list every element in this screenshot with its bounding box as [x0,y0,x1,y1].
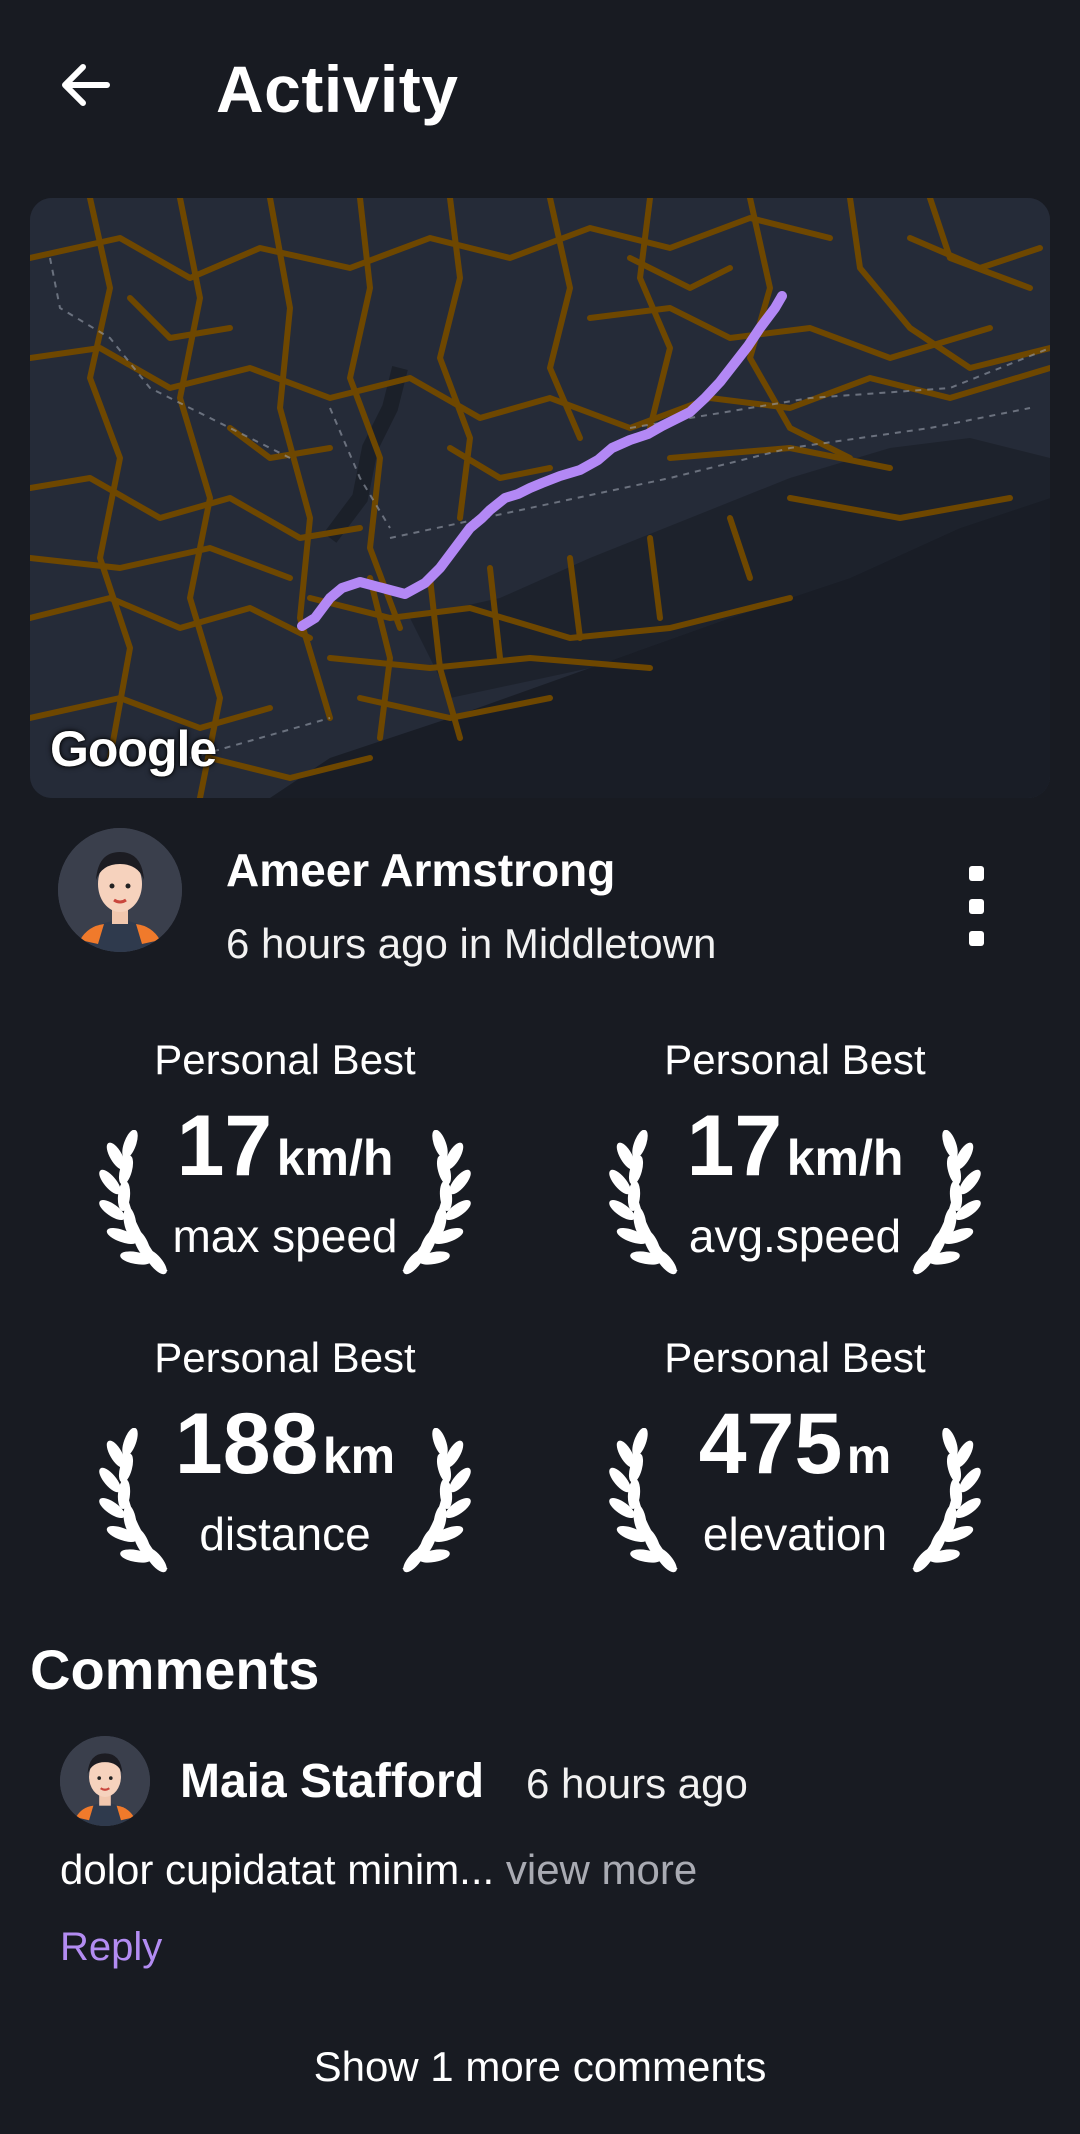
author-name[interactable]: Ameer Armstrong [226,840,615,900]
laurel-left-icon [95,1130,171,1278]
view-more-link[interactable]: view more [494,1846,697,1893]
comments-heading: Comments [30,1638,320,1701]
badge-title: Personal Best [664,1334,926,1381]
more-vertical-icon[interactable] [960,866,992,946]
show-more-comments-button[interactable]: Show 1 more comments [0,2038,1080,2096]
comment-item: Maia Stafford 6 hours ago dolor cupidata… [0,1730,1080,1980]
badge-unit: km/h [276,1130,394,1186]
badge-value: 475 [698,1396,843,1492]
activity-author: Ameer Armstrong 6 hours ago in Middletow… [0,826,1080,976]
laurel-left-icon [605,1428,681,1576]
badge-unit: km/h [786,1130,904,1186]
laurel-right-icon [900,1130,990,1278]
back-button[interactable] [52,52,118,118]
app-bar: Activity [0,0,1080,180]
badge-value: 17 [686,1098,783,1194]
page-title: Activity [216,52,459,126]
comment-author[interactable]: Maia Stafford [180,1752,484,1812]
badge-unit: m [846,1428,892,1484]
badge-value: 188 [174,1396,319,1492]
google-attribution: Google [50,721,217,777]
badge-title: Personal Best [154,1334,416,1381]
badge-max-speed: Personal Best 17 km/h max speed [50,1030,520,1290]
avatar[interactable] [60,1736,150,1826]
badge-title: Personal Best [154,1036,416,1083]
badge-distance: Personal Best 188 km distance [50,1328,520,1588]
laurel-left-icon [95,1428,171,1576]
arrow-left-icon [62,64,110,106]
reply-button[interactable]: Reply [60,1920,162,1974]
map-canvas [30,198,1050,798]
laurel-left-icon [605,1130,681,1278]
person-avatar-icon [58,828,182,952]
comment-time: 6 hours ago [526,1760,748,1807]
person-avatar-icon [60,1736,150,1826]
avatar[interactable] [58,828,182,952]
laurel-right-icon [390,1428,480,1576]
route-map[interactable]: Google [30,198,1050,798]
laurel-right-icon [390,1130,480,1278]
activity-time-location: 6 hours ago in Middletown [226,920,717,967]
comment-body: dolor cupidatat minim... [60,1846,495,1893]
badge-title: Personal Best [664,1036,926,1083]
badge-unit: km [322,1428,396,1484]
badge-elevation: Personal Best 475 m elevation [560,1328,1030,1588]
badge-avg-speed: Personal Best 17 km/h avg.speed [560,1030,1030,1290]
badge-value: 17 [176,1098,273,1194]
comment-text: dolor cupidatat minim... view more [60,1842,697,1898]
laurel-right-icon [900,1428,990,1576]
